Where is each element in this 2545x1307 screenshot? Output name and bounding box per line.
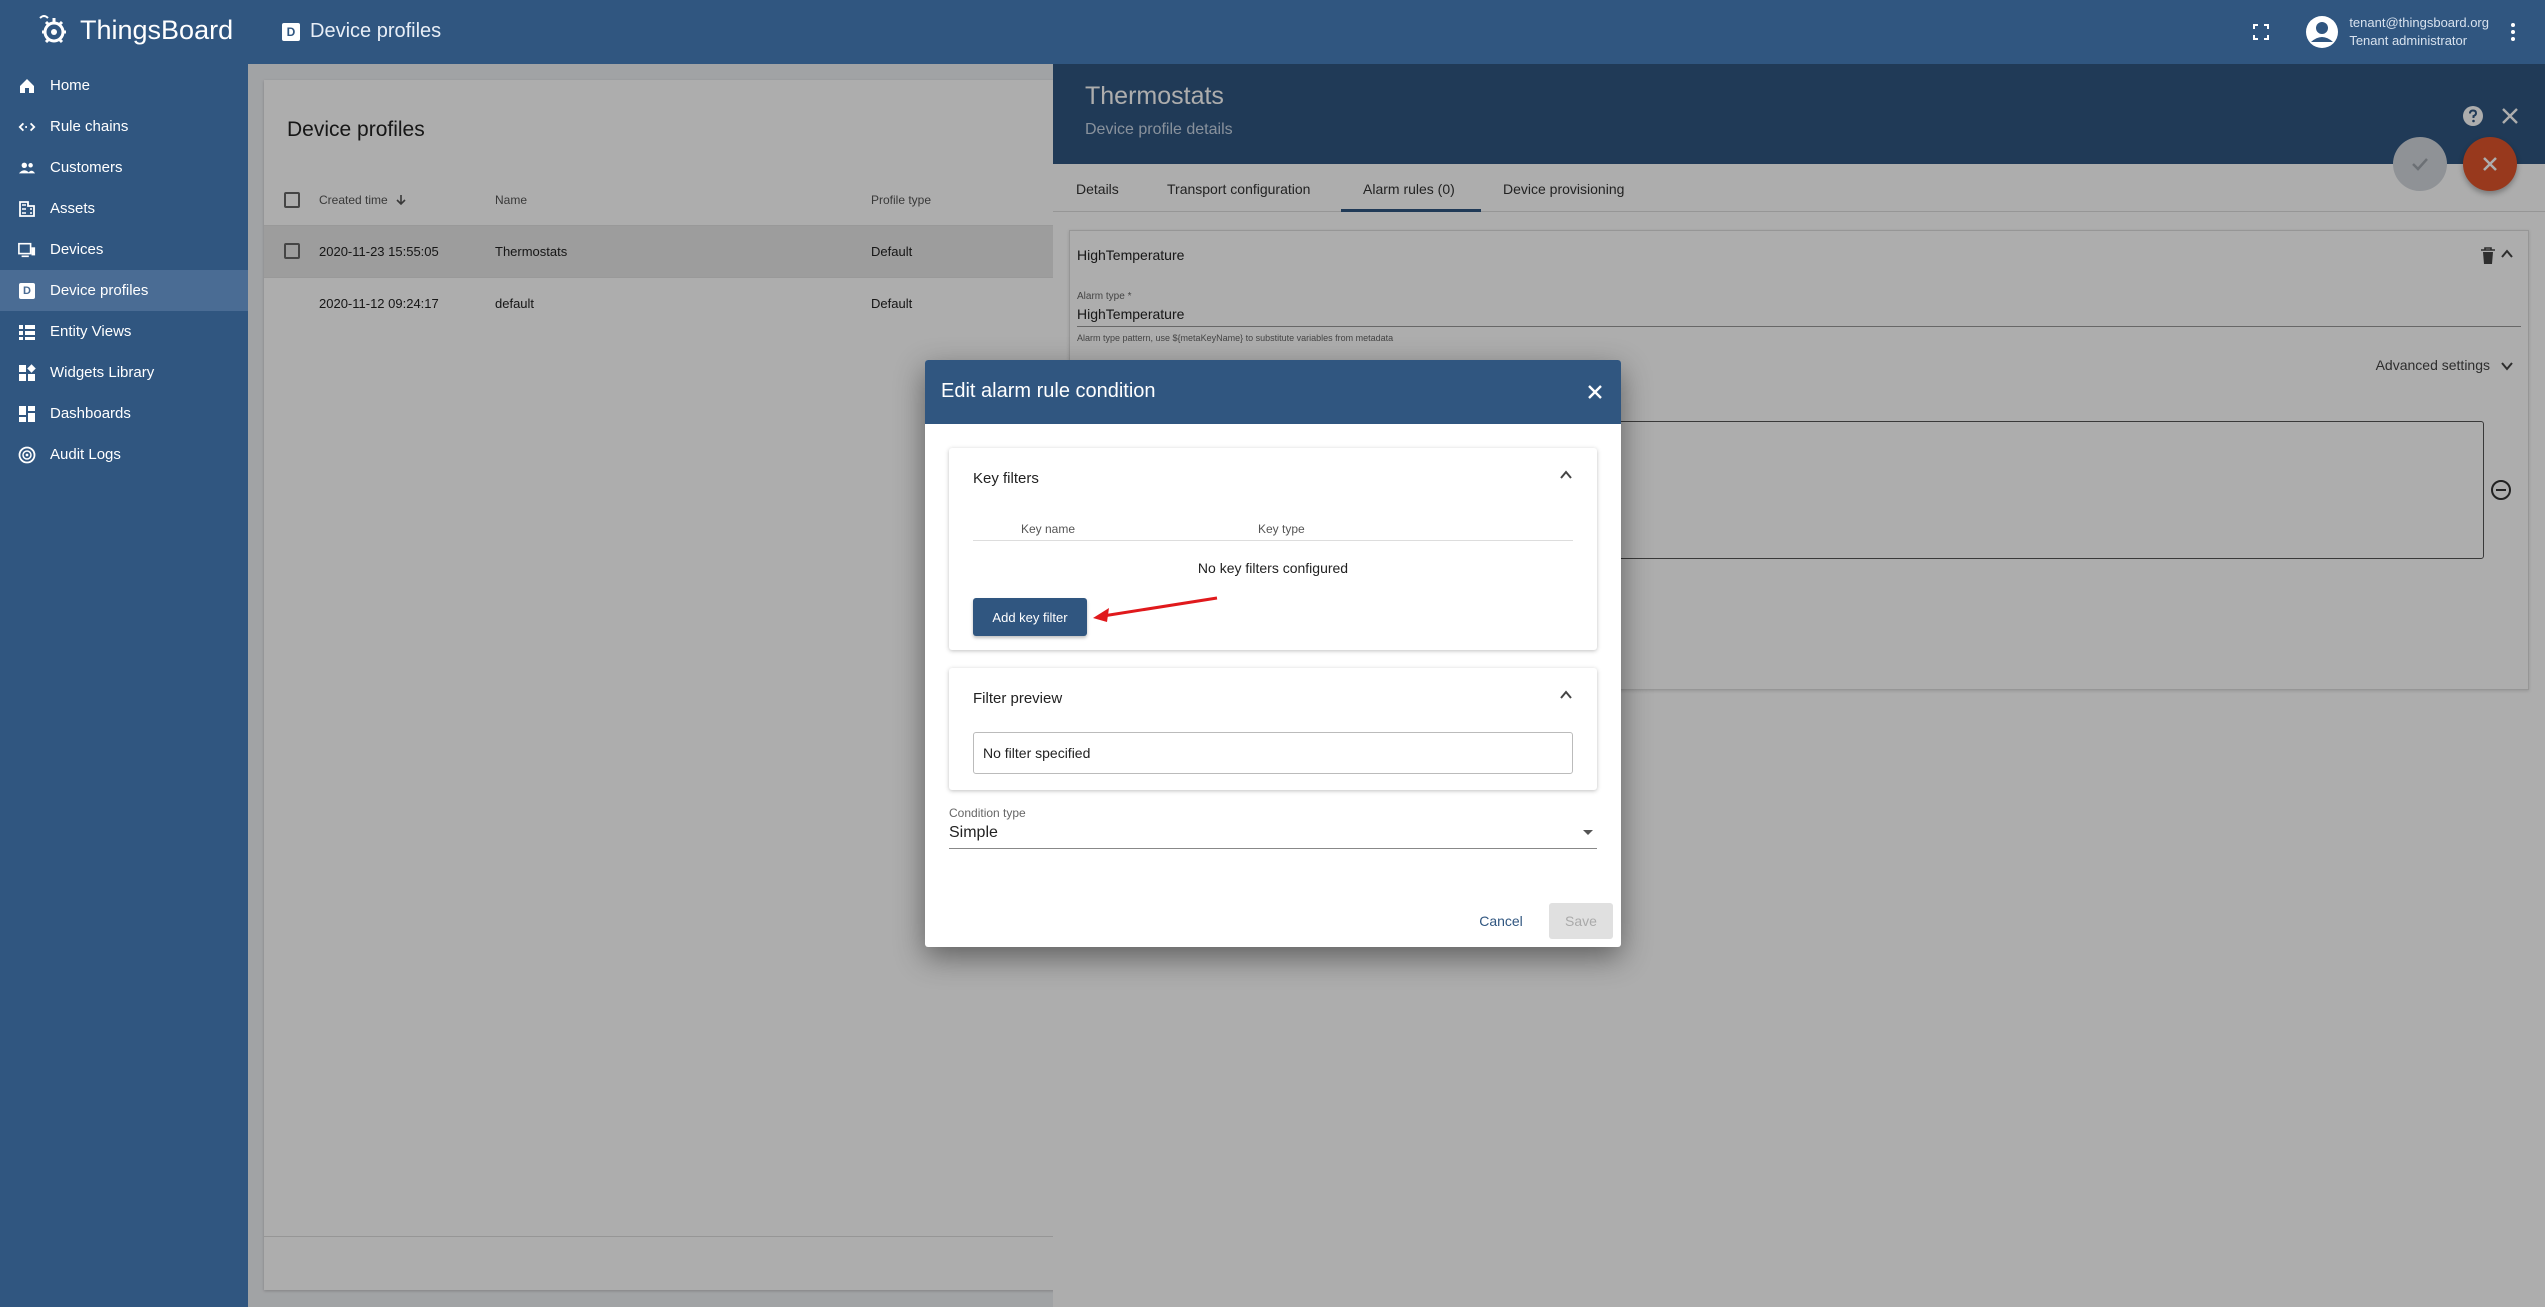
sidebar-item-label: Audit Logs	[50, 446, 121, 463]
key-filters-title: Key filters	[973, 470, 1039, 487]
top-right-controls: tenant@thingsboard.org Tenant administra…	[2251, 0, 2545, 64]
filter-preview-title: Filter preview	[973, 690, 1063, 707]
sidebar-item-device-profiles[interactable]: D Device profiles	[0, 270, 248, 311]
rule-chains-icon	[18, 118, 36, 136]
dashboards-icon	[18, 405, 36, 423]
condition-type-select[interactable]: Simple	[949, 824, 998, 842]
entity-views-icon	[18, 323, 36, 341]
widgets-icon	[18, 363, 36, 382]
sidebar-item-label: Widgets Library	[50, 364, 155, 381]
user-email: tenant@thingsboard.org	[2349, 15, 2489, 30]
breadcrumb-label: Device profiles	[310, 20, 442, 42]
condition-type-label: Condition type	[949, 806, 1026, 820]
sidebar-item-label: Home	[50, 77, 91, 94]
thingsboard-logo-icon	[39, 15, 66, 44]
account-circle-icon	[2306, 16, 2339, 48]
cancel-button[interactable]: Cancel	[1469, 903, 1533, 939]
filter-preview-section: Filter preview No filter specified	[949, 668, 1597, 790]
sidebar-item-devices[interactable]: Devices	[0, 229, 248, 270]
edit-alarm-rule-condition-dialog: Edit alarm rule condition Key filters Ke…	[925, 360, 1621, 947]
sidebar-item-label: Dashboards	[50, 405, 131, 422]
customers-icon	[18, 159, 36, 177]
columns-divider	[973, 540, 1573, 541]
annotation-arrow-icon	[1093, 596, 1218, 622]
sidebar-item-rule-chains[interactable]: Rule chains	[0, 106, 248, 147]
chevron-up-icon[interactable]	[1559, 468, 1573, 482]
app-name: ThingsBoard	[80, 14, 234, 45]
dialog-header: Edit alarm rule condition	[925, 360, 1621, 424]
sidebar: Home Rule chains Customers Assets Device…	[0, 64, 248, 1307]
dropdown-arrow-icon[interactable]	[1583, 830, 1593, 835]
sidebar-item-widgets-library[interactable]: Widgets Library	[0, 352, 248, 393]
sidebar-item-label: Assets	[50, 200, 96, 217]
sidebar-item-home[interactable]: Home	[0, 65, 248, 106]
device-profile-icon: D	[282, 22, 300, 41]
sidebar-item-audit-logs[interactable]: Audit Logs	[0, 434, 248, 475]
add-key-filter-button[interactable]: Add key filter	[973, 598, 1087, 636]
key-filters-section: Key filters Key name Key type No key fil…	[949, 448, 1597, 650]
sidebar-item-label: Entity Views	[50, 323, 132, 340]
sidebar-item-dashboards[interactable]: Dashboards	[0, 393, 248, 434]
key-type-column-header: Key type	[1258, 522, 1305, 536]
sidebar-item-entity-views[interactable]: Entity Views	[0, 311, 248, 352]
dialog-title: Edit alarm rule condition	[941, 380, 1156, 402]
chevron-up-icon[interactable]	[1559, 688, 1573, 702]
user-role: Tenant administrator	[2349, 33, 2468, 48]
audit-logs-icon	[18, 446, 36, 464]
breadcrumb: D Device profiles	[282, 20, 441, 43]
close-icon	[1588, 385, 1602, 399]
save-button[interactable]: Save	[1549, 903, 1613, 939]
condition-type-underline	[949, 848, 1597, 849]
sidebar-item-label: Rule chains	[50, 118, 129, 135]
filter-preview-text: No filter specified	[973, 732, 1573, 774]
top-app-bar: ThingsBoard D Device profiles tenant@thi…	[0, 0, 2545, 64]
device-profile-icon: D	[18, 282, 36, 300]
fullscreen-icon[interactable]	[2251, 22, 2271, 42]
sidebar-item-assets[interactable]: Assets	[0, 188, 248, 229]
assets-icon	[18, 200, 36, 218]
app-logo[interactable]: ThingsBoard	[36, 12, 233, 48]
sidebar-item-customers[interactable]: Customers	[0, 147, 248, 188]
no-key-filters-message: No key filters configured	[1197, 560, 1349, 576]
devices-icon	[18, 241, 36, 259]
home-icon	[18, 77, 36, 95]
sidebar-item-label: Customers	[50, 159, 123, 176]
dialog-close-button[interactable]	[1583, 380, 1607, 404]
sidebar-item-label: Device profiles	[50, 282, 149, 299]
sidebar-item-label: Devices	[50, 241, 104, 258]
more-vert-icon[interactable]	[2501, 20, 2525, 44]
key-name-column-header: Key name	[1021, 522, 1076, 536]
user-menu[interactable]: tenant@thingsboard.org Tenant administra…	[2305, 14, 2489, 50]
